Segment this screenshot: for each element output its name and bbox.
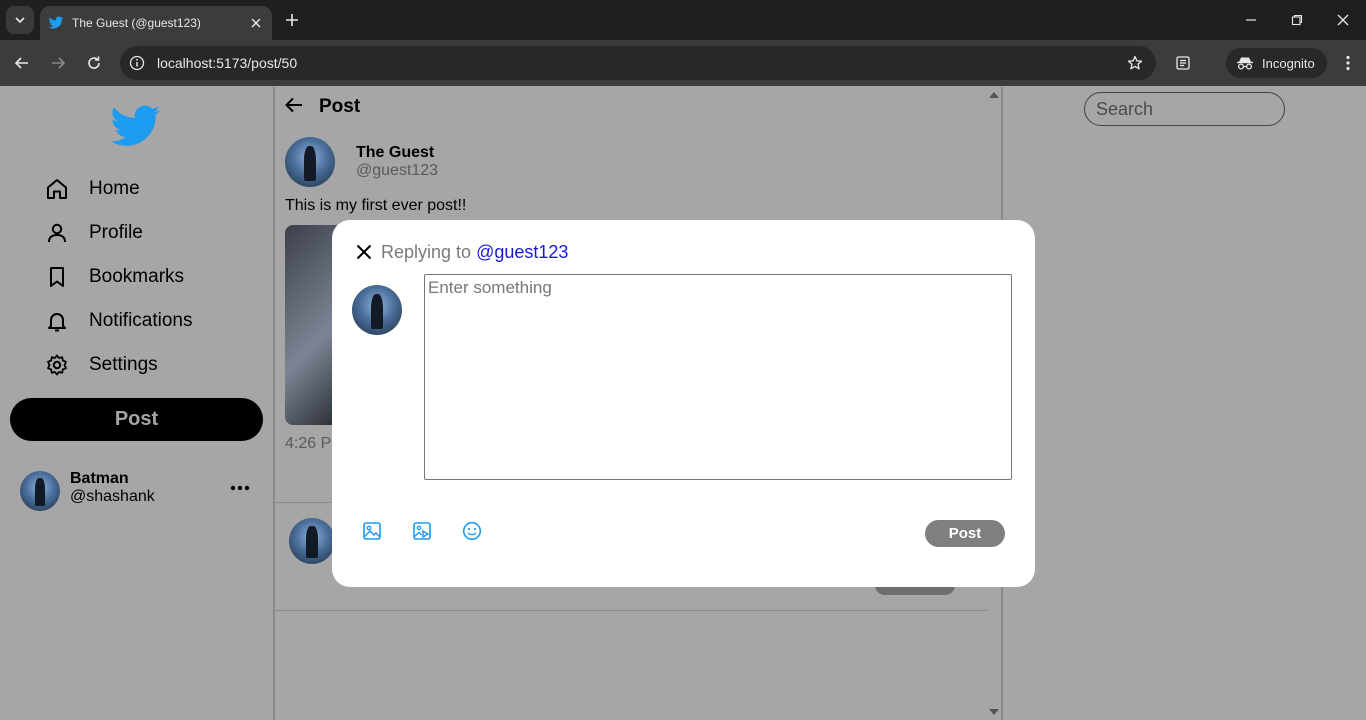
- add-image-button[interactable]: [361, 520, 383, 542]
- sidebar-item-home[interactable]: Home: [44, 173, 140, 205]
- replying-prefix: Replying to: [381, 242, 472, 262]
- incognito-indicator[interactable]: Incognito: [1226, 48, 1327, 78]
- back-arrow-button[interactable]: [285, 97, 303, 118]
- tab-search-button[interactable]: [6, 6, 34, 34]
- bookmark-icon: [44, 264, 70, 290]
- bookmark-star-button[interactable]: [1120, 48, 1150, 78]
- avatar[interactable]: [285, 137, 335, 187]
- modal-post-button[interactable]: Post: [925, 520, 1005, 547]
- url-text: localhost:5173/post/50: [157, 55, 298, 71]
- sidebar-item-settings[interactable]: Settings: [44, 349, 158, 381]
- browser-menu-button[interactable]: [1333, 48, 1363, 78]
- browser-tab-bar: The Guest (@guest123): [0, 0, 1366, 40]
- search-input[interactable]: [1096, 98, 1276, 120]
- star-icon: [1127, 55, 1143, 70]
- sidebar-item-bookmarks[interactable]: Bookmarks: [44, 261, 184, 293]
- site-info-button[interactable]: [124, 50, 150, 76]
- sidebar-post-button[interactable]: Post: [10, 398, 263, 441]
- incognito-label: Incognito: [1262, 55, 1315, 71]
- image-icon: [363, 522, 381, 540]
- replying-handle[interactable]: @guest123: [476, 242, 568, 262]
- author-name[interactable]: The Guest: [356, 144, 434, 162]
- more-options-button[interactable]: [230, 478, 250, 496]
- scroll-up-arrow-icon[interactable]: [988, 89, 1000, 101]
- arrow-right-icon: [52, 57, 66, 69]
- more-vertical-icon: [1346, 55, 1350, 71]
- browser-toolbar: localhost:5173/post/50 Incognito: [0, 40, 1366, 86]
- sidebar-item-profile[interactable]: Profile: [44, 217, 143, 249]
- author-handle[interactable]: @guest123: [356, 162, 438, 180]
- current-user-name: Batman: [70, 470, 129, 487]
- reading-list-button[interactable]: [1168, 48, 1198, 78]
- avatar: [352, 285, 402, 335]
- post-text: This is my first ever post!!: [285, 197, 467, 214]
- emoji-button[interactable]: [461, 520, 483, 542]
- modal-close-button[interactable]: [354, 242, 374, 262]
- avatar: [20, 471, 60, 511]
- arrow-left-icon: [14, 57, 28, 69]
- sidebar-item-notifications[interactable]: Notifications: [44, 305, 193, 337]
- arrow-left-icon: [285, 97, 302, 112]
- sidebar-item-label: Profile: [89, 222, 143, 243]
- video-icon: [413, 522, 431, 540]
- restore-icon: [1291, 14, 1303, 26]
- close-icon: [356, 244, 372, 260]
- new-tab-button[interactable]: [280, 8, 304, 32]
- avatar: [289, 518, 335, 564]
- post-header: Post: [285, 95, 360, 119]
- scroll-down-arrow-icon[interactable]: [988, 706, 1000, 718]
- close-icon: [1337, 14, 1349, 26]
- incognito-icon: [1237, 57, 1253, 70]
- reply-textarea[interactable]: [424, 274, 1012, 480]
- sidebar: Home Profile Bookmarks Notifications Set…: [0, 87, 274, 720]
- gear-icon: [44, 352, 70, 378]
- page-title: Post: [319, 96, 361, 117]
- tab-close-button[interactable]: [246, 13, 266, 33]
- bell-icon: [44, 308, 70, 334]
- add-video-button[interactable]: [411, 520, 433, 542]
- divider: [275, 610, 987, 611]
- close-window-button[interactable]: [1329, 6, 1357, 34]
- forward-button[interactable]: [43, 48, 73, 78]
- sidebar-item-label: Notifications: [89, 310, 193, 331]
- sidebar-item-label: Bookmarks: [89, 266, 185, 287]
- user-icon: [44, 220, 70, 246]
- home-icon: [44, 176, 70, 202]
- search-box[interactable]: [1084, 92, 1285, 126]
- close-icon: [251, 18, 261, 28]
- current-user-handle: @shashank: [70, 488, 155, 505]
- twitter-bird-icon: [48, 16, 64, 29]
- current-user-card[interactable]: Batman @shashank: [20, 470, 260, 514]
- minimize-icon: [1246, 19, 1256, 21]
- plus-icon: [286, 14, 298, 26]
- twitter-bird-icon: [111, 105, 161, 146]
- twitter-logo[interactable]: [111, 105, 161, 152]
- post-timestamp: 4:26 P: [285, 435, 332, 452]
- sidebar-item-label: Settings: [89, 354, 158, 375]
- info-icon: [129, 55, 145, 71]
- tab-title: The Guest (@guest123): [72, 16, 201, 30]
- reading-list-icon: [1176, 56, 1190, 70]
- minimize-button[interactable]: [1237, 6, 1265, 34]
- emoji-icon: [462, 521, 482, 541]
- address-bar[interactable]: localhost:5173/post/50: [120, 46, 1156, 80]
- back-button[interactable]: [7, 48, 37, 78]
- reload-icon: [88, 56, 100, 69]
- browser-tab[interactable]: The Guest (@guest123): [40, 6, 272, 40]
- reload-button[interactable]: [79, 48, 109, 78]
- reply-modal: Replying to @guest123 Post: [332, 220, 1035, 587]
- replying-to-text: Replying to @guest123: [381, 242, 568, 263]
- sidebar-item-label: Home: [89, 178, 140, 199]
- restore-button[interactable]: [1283, 6, 1311, 34]
- more-horizontal-icon: [230, 485, 250, 491]
- chevron-down-icon: [15, 17, 25, 24]
